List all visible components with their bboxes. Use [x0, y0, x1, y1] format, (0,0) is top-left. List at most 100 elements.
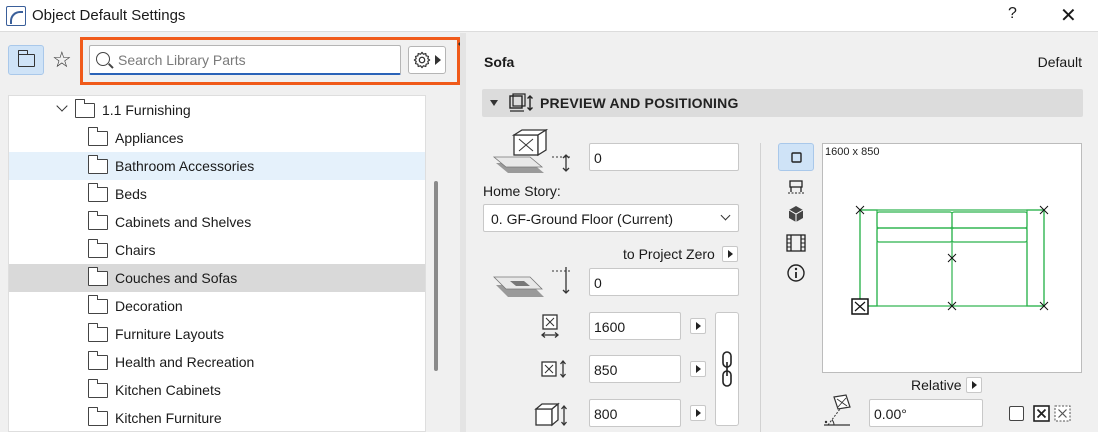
- help-button[interactable]: ?: [1008, 5, 1017, 23]
- plan-preview[interactable]: 1600 x 850: [822, 143, 1082, 373]
- tree-item-label: Bathroom Accessories: [115, 158, 255, 174]
- search-field[interactable]: [89, 45, 401, 75]
- elevation-to-story-field[interactable]: 0: [589, 143, 739, 171]
- preview-info-button[interactable]: [778, 259, 814, 287]
- depth-field[interactable]: 850: [589, 355, 681, 383]
- folder-icon: [87, 295, 108, 314]
- project-zero-reference-button[interactable]: [722, 246, 738, 262]
- depth-icon: [541, 359, 566, 379]
- elevation-to-project-zero-icon: [493, 267, 570, 297]
- chevron-down-icon[interactable]: [56, 100, 68, 112]
- tree-item[interactable]: Cabinets and Shelves: [9, 208, 425, 236]
- tree-item[interactable]: Beds: [9, 180, 425, 208]
- library-toolbar: ☆: [0, 33, 460, 93]
- mirror-flipped-icon: [1054, 405, 1071, 422]
- tree-item[interactable]: Chairs: [9, 236, 425, 264]
- tree-item-label: Kitchen Furniture: [115, 410, 222, 426]
- elevation-to-story-icon: [492, 129, 570, 173]
- section-title: PREVIEW AND POSITIONING: [540, 95, 739, 111]
- tree-item-label: Furniture Layouts: [115, 326, 224, 342]
- folder-icon: [87, 323, 108, 342]
- tree-item[interactable]: Kitchen Cabinets: [9, 376, 425, 404]
- folder-view-button[interactable]: [8, 45, 44, 75]
- preset-label[interactable]: Default: [1038, 54, 1082, 70]
- folder-icon: [87, 239, 108, 258]
- sofa-plan-drawing: [851, 205, 1049, 315]
- tree-item-label: Couches and Sofas: [115, 270, 238, 286]
- collapse-caret-icon: [490, 100, 498, 106]
- height-icon: [534, 402, 567, 427]
- tree-item[interactable]: Furniture Layouts: [9, 320, 425, 348]
- favorites-star-icon[interactable]: ☆: [52, 45, 72, 75]
- tree-item-label: Cabinets and Shelves: [115, 214, 252, 230]
- tree-item-label: Beds: [115, 186, 147, 202]
- folder-icon: [87, 379, 108, 398]
- preview-3d-button[interactable]: [778, 201, 814, 229]
- tree-item-label: Appliances: [115, 130, 184, 146]
- tree-item-label: 1.1 Furnishing: [102, 102, 191, 118]
- tree-scrollbar[interactable]: [434, 181, 438, 371]
- relative-label: Relative: [911, 377, 962, 393]
- archicad-logo-icon: [6, 6, 26, 26]
- mirror-placed-icon: [1033, 405, 1050, 422]
- link-proportions-button[interactable]: [715, 312, 739, 426]
- height-field[interactable]: 800: [589, 399, 681, 427]
- folder-icon: [87, 127, 108, 146]
- width-options-button[interactable]: [690, 318, 706, 334]
- tree-item[interactable]: Bathroom Accessories: [9, 152, 425, 180]
- home-story-label: Home Story:: [483, 183, 561, 199]
- chevron-down-icon: [720, 210, 731, 221]
- tree-item[interactable]: Kitchen Furniture: [9, 404, 425, 431]
- to-project-zero-label: to Project Zero: [623, 246, 715, 262]
- tree-item-label: Chairs: [115, 242, 156, 258]
- search-input[interactable]: [118, 50, 393, 70]
- rotation-angle-icon: [824, 394, 851, 426]
- folder-icon: [87, 407, 108, 426]
- tree-item[interactable]: Health and Recreation: [9, 348, 425, 376]
- folder-icon: [87, 267, 108, 286]
- folder-icon: [74, 99, 95, 118]
- tree-item[interactable]: Appliances: [9, 124, 425, 152]
- tree-item[interactable]: 1.1 Furnishing: [9, 96, 425, 124]
- film-strip-icon: [786, 234, 806, 252]
- title-bar: Object Default Settings ? ✕: [0, 0, 1098, 32]
- library-pane: ☆ 1.1 Furnishing Appliances Bathroom Acces…: [0, 33, 463, 432]
- preview-section-button[interactable]: [778, 173, 814, 201]
- height-options-button[interactable]: [690, 405, 706, 421]
- rotation-angle-field[interactable]: 0.00°: [869, 399, 983, 427]
- folder-icon: [87, 211, 108, 230]
- preview-plan-button[interactable]: [778, 143, 814, 171]
- object-name: Sofa: [484, 54, 515, 70]
- section-view-icon: [788, 180, 804, 194]
- tree-item-label: Decoration: [115, 298, 183, 314]
- caret-right-icon: [435, 55, 441, 65]
- folder-icon: [17, 50, 35, 67]
- info-icon: [787, 264, 805, 282]
- window-title: Object Default Settings: [32, 7, 186, 24]
- library-tree: 1.1 Furnishing Appliances Bathroom Accesso…: [8, 95, 426, 432]
- tree-item[interactable]: Decoration: [9, 292, 425, 320]
- folder-icon: [87, 183, 108, 202]
- close-button[interactable]: ✕: [1060, 3, 1077, 28]
- preview-positioning-icon: [509, 93, 533, 112]
- divider: [760, 143, 761, 432]
- settings-pane: Sofa Default PREVIEW AND POSITIONING 0 H…: [466, 33, 1098, 432]
- 3d-cube-icon: [788, 206, 804, 222]
- home-story-select[interactable]: 0. GF-Ground Floor (Current): [483, 204, 739, 232]
- tree-item[interactable]: Couches and Sofas: [9, 264, 425, 292]
- folder-icon: [87, 351, 108, 370]
- preview-mode-toolbar: [778, 143, 814, 283]
- elevation-to-project-zero-field[interactable]: 0: [589, 268, 739, 296]
- folder-icon: [87, 155, 108, 174]
- tree-item-label: Health and Recreation: [115, 354, 255, 370]
- relative-options-button[interactable]: [966, 377, 982, 393]
- library-settings-button[interactable]: [408, 46, 446, 74]
- plan-view-icon: [791, 152, 802, 163]
- section-header-preview[interactable]: PREVIEW AND POSITIONING: [482, 89, 1083, 117]
- width-field[interactable]: 1600: [589, 312, 681, 340]
- preview-elevation-button[interactable]: [778, 229, 814, 257]
- mirror-checkbox[interactable]: [1009, 406, 1024, 421]
- depth-options-button[interactable]: [690, 361, 706, 377]
- width-icon: [540, 314, 560, 338]
- tree-item-label: Kitchen Cabinets: [115, 382, 221, 398]
